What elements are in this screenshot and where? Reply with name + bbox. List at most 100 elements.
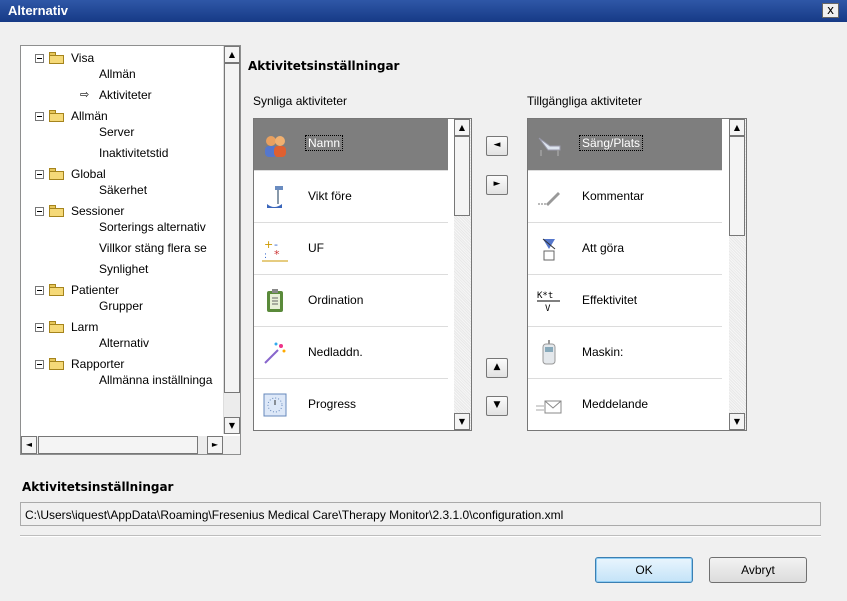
clipboard-icon (262, 288, 288, 314)
activity-label: Ordination (308, 293, 364, 307)
scroll-down-icon[interactable]: ▼ (729, 413, 745, 430)
tree-group[interactable]: Global (35, 166, 106, 183)
uf-icon: + -: * (262, 236, 288, 262)
tree-item[interactable]: Grupper (99, 298, 143, 315)
available-activities-list[interactable]: Säng/Plats Kommentar Att göra K*t V Effektivi… (527, 118, 747, 431)
folder-icon (49, 284, 65, 296)
activity-label: Kommentar (582, 189, 645, 203)
tree-item[interactable]: Sorterings alternativ (99, 219, 206, 236)
scroll-left-icon[interactable]: ◄ (21, 436, 37, 454)
available-activities-label: Tillgängliga aktiviteter (527, 94, 642, 108)
tree-label: Aktiviteter (99, 88, 152, 102)
collapse-icon[interactable] (35, 286, 44, 295)
folder-icon (49, 205, 65, 217)
tree-item[interactable]: Allmänna inställninga (99, 372, 212, 389)
activity-row[interactable]: + -: * UF (254, 223, 448, 275)
visible-scroll-thumb[interactable] (454, 136, 470, 216)
config-path: C:\Users\iquest\AppData\Roaming\Freseniu… (25, 508, 564, 522)
tree-label: Säkerhet (99, 183, 148, 197)
clock-icon (262, 392, 288, 418)
wand-icon (262, 340, 288, 366)
visible-list-scrollbar[interactable]: ▲ ▼ (454, 119, 471, 430)
pen-icon (536, 184, 562, 210)
activity-label: Maskin: (582, 345, 624, 359)
activity-row[interactable]: Säng/Plats (528, 119, 722, 171)
config-path-field: C:\Users\iquest\AppData\Roaming\Freseniu… (20, 502, 821, 526)
tree-item[interactable]: ⇨ Aktiviteter (80, 87, 152, 104)
collapse-icon[interactable] (35, 54, 44, 63)
tree-label: Larm (71, 320, 99, 334)
scroll-up-icon[interactable]: ▲ (454, 119, 470, 136)
tree-group[interactable]: Patienter (35, 282, 119, 299)
activity-row[interactable]: Ordination (254, 275, 448, 327)
tree-item[interactable]: Synlighet (99, 261, 148, 278)
tree-item[interactable]: Säkerhet (99, 182, 147, 199)
scroll-down-icon[interactable]: ▼ (224, 417, 240, 434)
move-down-button[interactable]: ▼ (486, 396, 508, 416)
activity-row[interactable]: Meddelande (528, 379, 722, 430)
tree-label: Visa (71, 51, 95, 65)
scroll-right-icon[interactable]: ► (207, 436, 223, 454)
tree-vertical-scrollbar[interactable]: ▲ ▼ (223, 46, 240, 434)
tree-item[interactable]: Allmän (99, 66, 136, 83)
activity-label: Namn (305, 135, 344, 151)
tree-label: Villkor stäng flera se (99, 241, 207, 255)
activity-row[interactable]: Att göra (528, 223, 722, 275)
title-bar: Alternativ x (0, 0, 847, 22)
scroll-up-icon[interactable]: ▲ (729, 119, 745, 136)
tree-item[interactable]: Inaktivitetstid (99, 145, 168, 162)
activity-row[interactable]: Progress (254, 379, 448, 430)
activity-label: Att göra (582, 241, 625, 255)
section-title: Aktivitetsinställningar (248, 59, 400, 73)
collapse-icon[interactable] (35, 207, 44, 216)
activity-row[interactable]: Vikt före (254, 171, 448, 223)
move-right-button[interactable]: ► (486, 175, 508, 195)
move-up-button[interactable]: ▲ (486, 358, 508, 378)
collapse-icon[interactable] (35, 170, 44, 179)
tree-group[interactable]: Rapporter (35, 356, 124, 373)
folder-icon (49, 52, 65, 64)
activity-row[interactable]: Maskin: (528, 327, 722, 379)
svg-text:+: + (264, 238, 273, 251)
activity-row[interactable]: Nedladdn. (254, 327, 448, 379)
tree-group[interactable]: Allmän (35, 108, 108, 125)
scroll-up-icon[interactable]: ▲ (224, 46, 240, 63)
tree-scroll-thumb[interactable] (224, 63, 240, 393)
cancel-button[interactable]: Avbryt (709, 557, 807, 583)
collapse-icon[interactable] (35, 323, 44, 332)
tree-item[interactable]: Server (99, 124, 134, 141)
tree-horizontal-scrollbar[interactable]: ◄ ► (21, 436, 224, 454)
available-list-scrollbar[interactable]: ▲ ▼ (729, 119, 746, 430)
collapse-icon[interactable] (35, 360, 44, 369)
tree-label: Patienter (71, 283, 120, 297)
tree-group[interactable]: Larm (35, 319, 98, 336)
close-button[interactable]: x (822, 3, 839, 18)
collapse-icon[interactable] (35, 112, 44, 121)
settings-tree[interactable]: Visa Allmän ⇨ Aktiviteter Allmän Server Inakti… (20, 45, 241, 455)
scroll-down-icon[interactable]: ▼ (454, 413, 470, 430)
tree-item[interactable]: Alternativ (99, 335, 149, 352)
svg-text:*: * (274, 248, 280, 261)
move-left-button[interactable]: ◄ (486, 136, 508, 156)
people-icon (262, 132, 288, 158)
current-item-arrow-icon: ⇨ (80, 89, 90, 101)
activity-label: Vikt före (308, 189, 352, 203)
visible-activities-list[interactable]: Namn Vikt före + -: * UF Ordination Nedladdn. Pr… (253, 118, 472, 431)
machine-icon (536, 340, 562, 366)
activity-row[interactable]: Namn (254, 119, 448, 171)
tree-label: Global (71, 167, 106, 181)
available-scroll-thumb[interactable] (729, 136, 745, 236)
activity-row[interactable]: K*t V Effektivitet (528, 275, 722, 327)
ok-button[interactable]: OK (595, 557, 693, 583)
activity-label: Effektivitet (582, 293, 638, 307)
tree-group[interactable]: Visa (35, 50, 94, 67)
ktv-icon: K*t V (536, 288, 562, 314)
tree-label: Allmän (99, 67, 136, 81)
tree-hscroll-thumb[interactable] (38, 436, 198, 454)
scale-icon (262, 184, 288, 210)
activity-row[interactable]: Kommentar (528, 171, 722, 223)
tree-item[interactable]: Villkor stäng flera se (99, 240, 207, 257)
visible-activities-label: Synliga aktiviteter (253, 94, 348, 108)
scroll-corner (223, 436, 240, 454)
tree-group[interactable]: Sessioner (35, 203, 124, 220)
